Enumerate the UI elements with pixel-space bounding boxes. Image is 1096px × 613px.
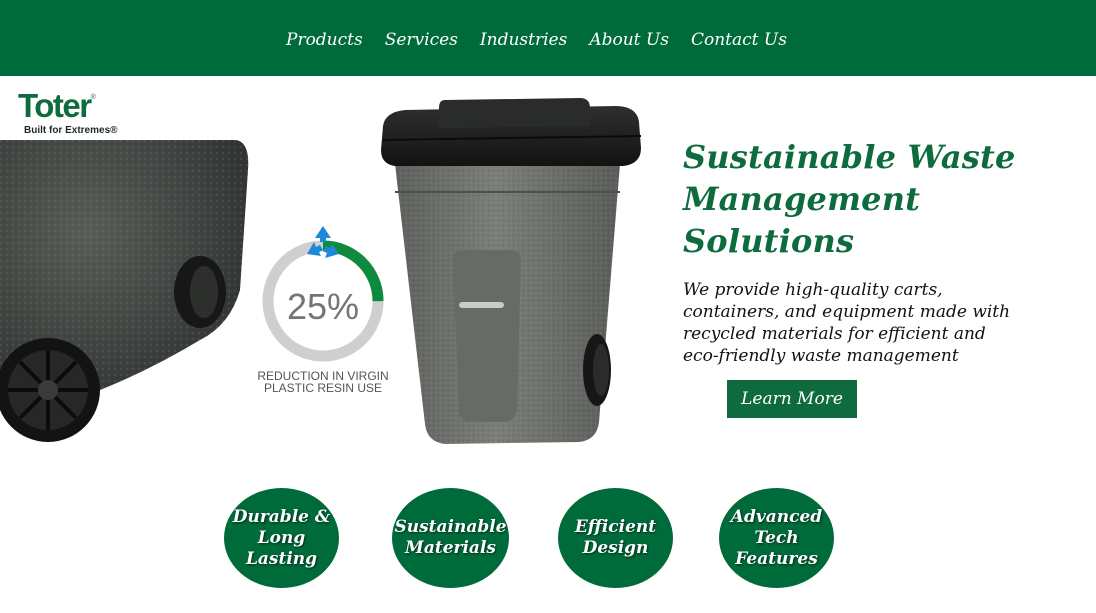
feature-advanced-tech-label: Advanced Tech Features bbox=[730, 506, 823, 569]
nav-products[interactable]: Products bbox=[286, 30, 363, 50]
recycle-icon bbox=[307, 226, 339, 258]
feature-efficient-label: Efficient Design bbox=[574, 517, 657, 558]
logo-brand: Toter bbox=[18, 87, 92, 124]
feature-sustainable[interactable]: Sustainable Materials bbox=[392, 488, 509, 588]
nav-services[interactable]: Services bbox=[385, 30, 458, 50]
toter-logo[interactable]: Toter® Built for Extremes® bbox=[18, 88, 128, 138]
hero-title: Sustainable Waste Management Solutions bbox=[683, 138, 1016, 260]
nav-contact-us[interactable]: Contact Us bbox=[691, 30, 787, 50]
feature-durable-label: Durable & Long Lasting bbox=[232, 506, 331, 569]
feature-durable[interactable]: Durable & Long Lasting bbox=[224, 488, 339, 588]
nav-about-us[interactable]: About Us bbox=[589, 30, 669, 50]
feature-advanced-tech[interactable]: Advanced Tech Features bbox=[719, 488, 834, 588]
top-navigation-bar: Products Services Industries About Us Co… bbox=[0, 0, 1096, 76]
cart-product-image bbox=[381, 98, 642, 444]
left-cart-image bbox=[0, 140, 249, 442]
nav-industries[interactable]: Industries bbox=[480, 30, 567, 50]
logo-registered-mark: ® bbox=[90, 94, 96, 101]
hero-description: We provide high-quality carts, container… bbox=[683, 280, 1011, 366]
feature-sustainable-label: Sustainable Materials bbox=[394, 517, 507, 558]
learn-more-button[interactable]: Learn More bbox=[727, 380, 857, 418]
logo-tagline: Built for Extremes® bbox=[24, 125, 118, 136]
nav-links: Products Services Industries About Us Co… bbox=[286, 30, 809, 50]
feature-efficient[interactable]: Efficient Design bbox=[558, 488, 673, 588]
